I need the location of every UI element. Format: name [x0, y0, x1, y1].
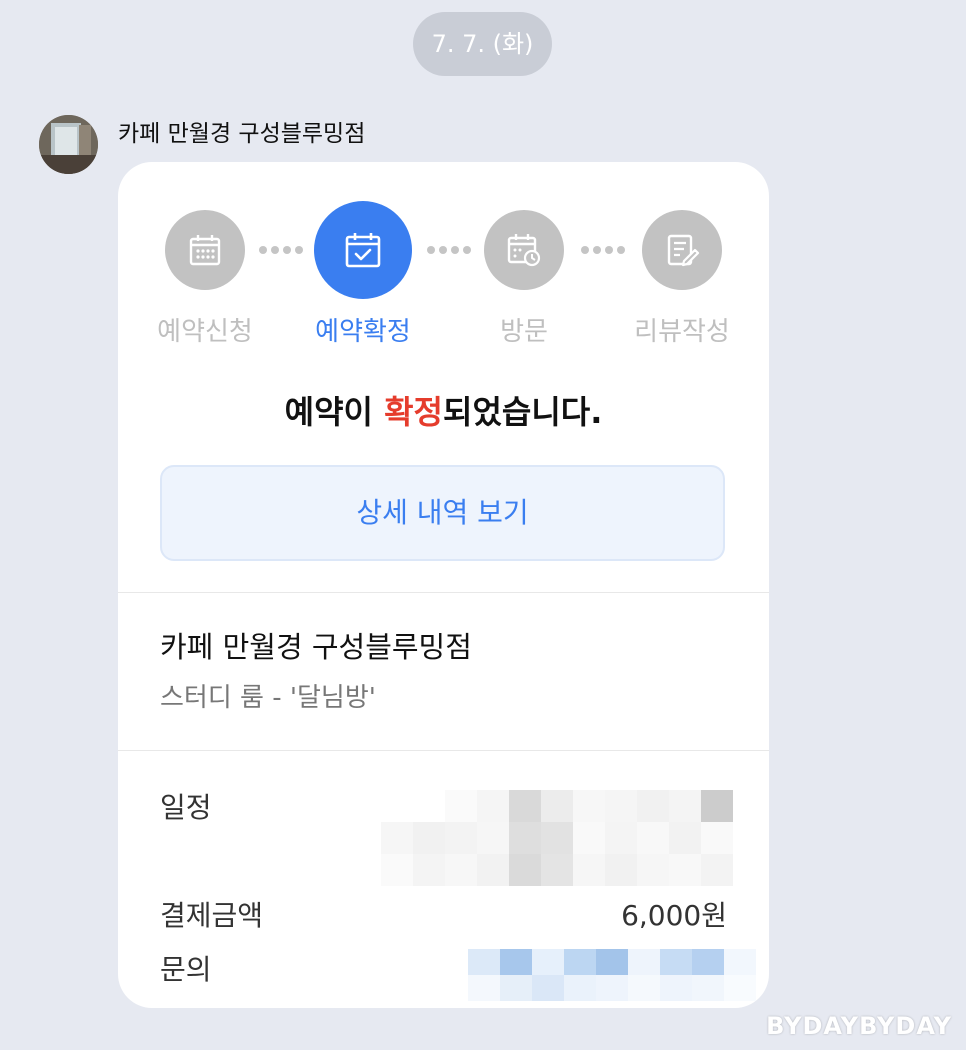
step-label-review: 리뷰작성: [634, 317, 730, 347]
step-label-confirm: 예약확정: [315, 317, 411, 347]
room-name: 스터디 룸 - '달님방': [160, 683, 376, 713]
reservation-card: 예약신청 예약확정 방문 리뷰작성 예약이 확정되었습니다. 상세 내역 보기 …: [118, 162, 769, 1008]
schedule-label: 일정: [160, 791, 212, 824]
calendar-check-icon: [345, 233, 381, 268]
step-label-request: 예약신청: [157, 317, 253, 347]
avatar-image: [39, 115, 98, 174]
contact-value-redacted[interactable]: [468, 949, 756, 1001]
confirmation-suffix: 되었습니다.: [443, 393, 603, 431]
step-connector: [259, 246, 303, 254]
step-request-circle: [165, 210, 245, 290]
step-connector: [427, 246, 471, 254]
step-label-visit: 방문: [500, 317, 548, 347]
watermark: BYDAYBYDAY: [766, 1012, 952, 1040]
date-divider: 7. 7. (화): [413, 12, 552, 76]
sender-name: 카페 만월경 구성블루밍점: [118, 121, 366, 147]
step-connector: [581, 246, 625, 254]
confirmation-message: 예약이 확정되었습니다.: [118, 390, 769, 434]
store-name: 카페 만월경 구성블루밍점: [160, 630, 472, 664]
divider: [118, 592, 769, 593]
edit-note-icon: [667, 234, 700, 267]
payment-label: 결제금액: [160, 899, 264, 932]
calendar-grid-icon: [189, 235, 221, 266]
reservation-progress: 예약신청 예약확정 방문 리뷰작성: [118, 162, 769, 352]
view-details-button[interactable]: 상세 내역 보기: [160, 465, 725, 561]
step-confirm-circle: [314, 201, 412, 299]
confirmation-highlight: 확정: [384, 393, 443, 431]
schedule-value-redacted: [381, 790, 733, 886]
payment-amount: 6,000원: [621, 899, 727, 932]
step-visit-circle: [484, 210, 564, 290]
confirmation-prefix: 예약이: [284, 393, 385, 431]
calendar-clock-icon: [507, 234, 541, 267]
divider: [118, 750, 769, 751]
step-review-circle: [642, 210, 722, 290]
sender-avatar[interactable]: [39, 115, 98, 174]
contact-label: 문의: [160, 953, 212, 986]
